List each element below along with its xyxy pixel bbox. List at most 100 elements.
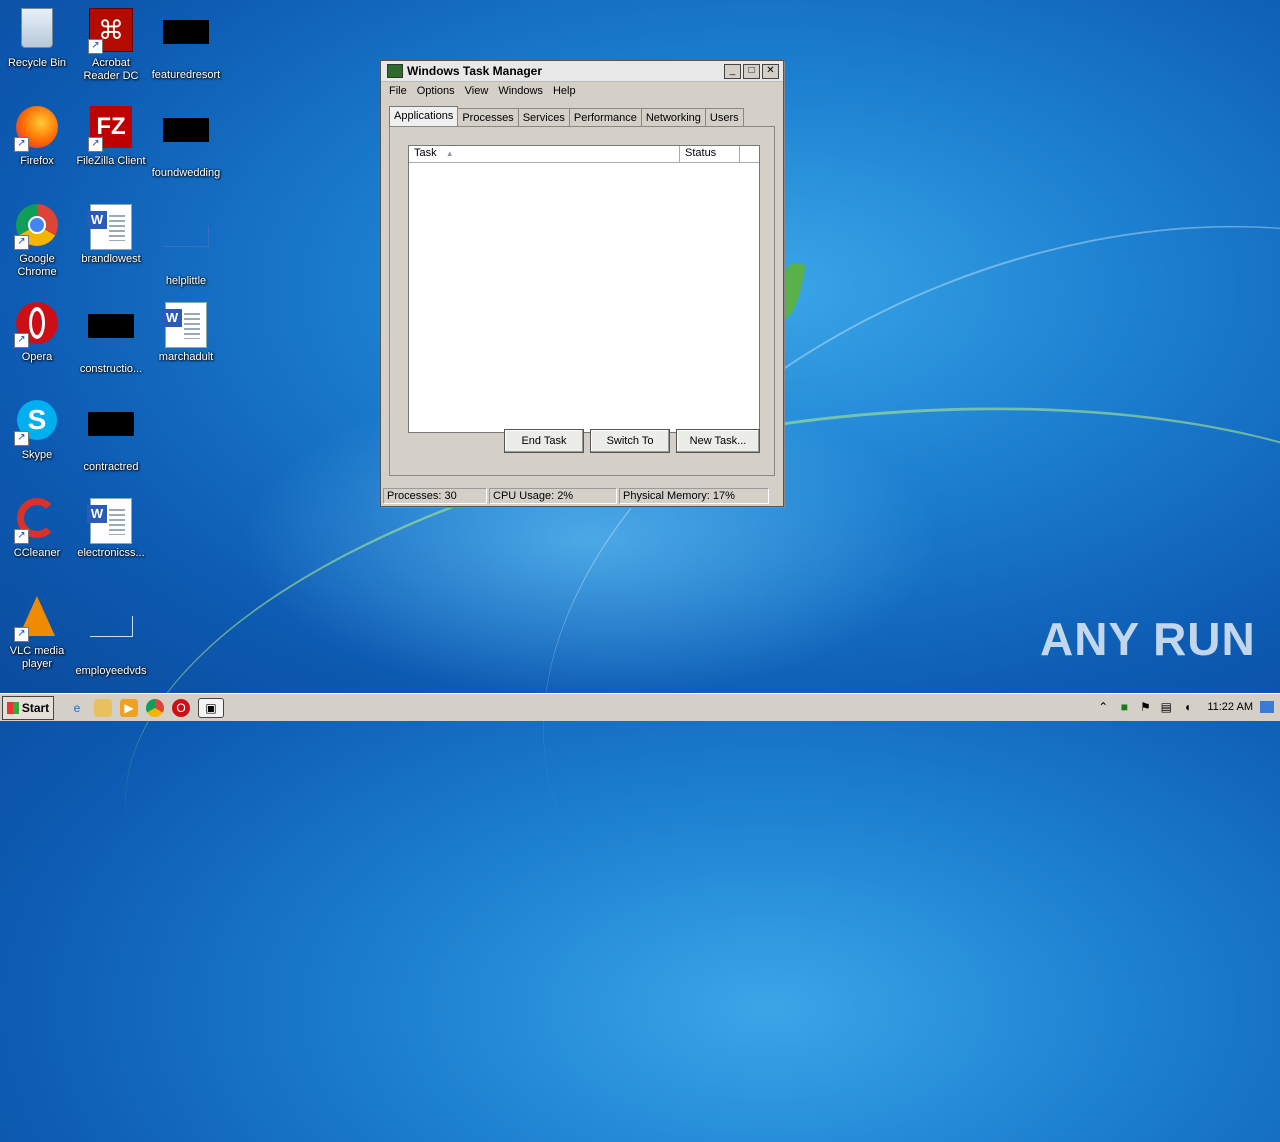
minimize-button[interactable]: _ [724,63,741,79]
maximize-button[interactable]: □ [743,63,760,79]
tab-strip: Applications Processes Services Performa… [389,106,744,126]
icon-label: contractred [83,461,139,473]
desktop-icon-contractred[interactable]: contractred [74,400,148,474]
file-icon [163,118,209,164]
windows-logo-icon [6,701,19,714]
media-player-icon[interactable]: ▶ [120,698,138,717]
desktop-icon-marchadult[interactable]: W marchadult [149,302,223,364]
icon-label: brandlowest [81,253,141,265]
acrobat-icon: ⌘ ↗ [88,8,134,54]
column-task-label: Task [414,147,437,159]
menu-options[interactable]: Options [413,85,461,97]
quick-launch: e ▶ O ▣ [68,697,224,718]
firefox-icon: ↗ [14,106,60,152]
file-icon [163,20,209,66]
internet-explorer-icon[interactable]: e [68,699,86,717]
file-icon [163,226,209,272]
task-manager-icon [387,64,403,78]
show-desktop-icon[interactable] [1260,701,1274,713]
icon-label: Google Chrome [17,253,57,278]
task-list[interactable]: Task ▲ Status [408,145,760,433]
system-tray: ⌃ ■ ⚑ ▤ ◖ 11:22 AM [1090,695,1280,719]
icon-label: constructio... [79,363,143,375]
desktop-icon-skype[interactable]: S ↗ Skype [0,400,74,462]
title-bar[interactable]: Windows Task Manager _ □ ✕ [381,61,783,82]
status-processes: Processes: 30 [383,488,487,504]
desktop-icon-acrobat-reader[interactable]: ⌘ ↗ Acrobat Reader DC [74,8,148,83]
desktop-icon-filezilla[interactable]: FZ ↗ FileZilla Client [74,106,148,168]
icon-label: electronicss... [77,547,145,559]
desktop-icon-ccleaner[interactable]: ↗ CCleaner [0,498,74,560]
desktop-icon-google-chrome[interactable]: ↗ Google Chrome [0,204,74,279]
vlc-icon: ↗ [14,596,60,642]
desktop-icon-brandlowest[interactable]: W brandlowest [74,204,148,266]
taskbar: Start e ▶ O ▣ ⌃ ■ ⚑ ▤ ◖ 11:22 AM [0,693,1280,721]
icon-label: Skype [21,449,53,461]
chrome-icon: ↗ [14,204,60,250]
desktop-icon-employeedvds[interactable]: employeedvds [74,596,148,678]
volume-icon[interactable]: ◖ [1180,700,1194,714]
explorer-folder-icon[interactable] [94,698,112,717]
icon-label: Acrobat Reader DC [83,57,139,82]
word-document-icon: W [87,498,134,544]
start-button[interactable]: Start [2,695,54,720]
menu-bar: File Options View Windows Help [381,82,783,100]
chrome-taskbar-icon[interactable] [146,698,164,717]
column-status[interactable]: Status [680,146,740,162]
icon-label: Firefox [20,155,54,167]
close-button[interactable]: ✕ [762,63,779,79]
desktop-icon-foundwedding[interactable]: foundwedding [149,106,223,180]
task-manager-taskbar-icon[interactable]: ▣ [198,697,224,718]
word-document-icon: W [87,204,134,250]
desktop-icon-vlc[interactable]: ↗ VLC media player [0,596,74,671]
status-bar: Processes: 30 CPU Usage: 2% Physical Mem… [383,488,781,504]
menu-view[interactable]: View [461,85,495,97]
network-icon[interactable]: ▤ [1159,700,1173,714]
tab-processes[interactable]: Processes [457,108,519,126]
desktop-icon-recycle-bin[interactable]: Recycle Bin [0,8,74,70]
menu-file[interactable]: File [385,85,413,97]
icon-label: marchadult [158,351,214,363]
desktop-icon-featuredresort[interactable]: featuredresort [149,8,223,82]
action-center-flag-icon[interactable]: ⚑ [1138,700,1152,714]
ccleaner-icon: ↗ [14,498,60,544]
icon-label: featuredresort [151,69,221,81]
applications-panel: Task ▲ Status End Task Switch To New Tas… [389,126,775,476]
file-icon [88,616,134,662]
tab-networking[interactable]: Networking [640,108,706,126]
list-header: Task ▲ Status [409,146,759,163]
desktop-icon-constructio[interactable]: constructio... [74,302,148,376]
clock[interactable]: 11:22 AM [1207,701,1253,713]
new-task-button[interactable]: New Task... [676,429,760,453]
desktop-icon-helplittle[interactable]: helplittle [149,204,223,288]
window-title: Windows Task Manager [407,64,543,78]
tab-performance[interactable]: Performance [568,108,642,126]
tab-users[interactable]: Users [704,108,744,126]
desktop-icon-opera[interactable]: ↗ Opera [0,302,74,364]
end-task-button[interactable]: End Task [504,429,584,453]
task-manager-window[interactable]: Windows Task Manager _ □ ✕ File Options … [380,60,784,507]
menu-help[interactable]: Help [549,85,582,97]
icon-label: helplittle [165,275,207,287]
desktop-icon-firefox[interactable]: ↗ Firefox [0,106,74,168]
opera-taskbar-icon[interactable]: O [172,698,190,717]
file-icon [88,314,134,360]
skype-icon: S ↗ [14,400,60,446]
button-row: End Task Switch To New Task... [504,429,760,453]
column-task[interactable]: Task ▲ [409,146,680,162]
tab-applications[interactable]: Applications [389,106,459,126]
status-physical-memory: Physical Memory: 17% [619,488,769,504]
word-document-icon: W [162,302,209,348]
sort-ascending-icon: ▲ [445,149,454,158]
show-hidden-icons-icon[interactable]: ⌃ [1096,700,1110,714]
icon-label: employeedvds [75,665,147,677]
icon-label: Opera [21,351,53,363]
icon-label: VLC media player [9,645,65,670]
icon-label: CCleaner [13,547,61,559]
desktop-icon-electronicss[interactable]: W electronicss... [74,498,148,560]
tab-services[interactable]: Services [517,108,570,126]
menu-windows[interactable]: Windows [494,85,549,97]
switch-to-button[interactable]: Switch To [590,429,670,453]
anyrun-watermark: ANY RUN [1040,613,1256,665]
tray-app-icon[interactable]: ■ [1117,700,1131,714]
